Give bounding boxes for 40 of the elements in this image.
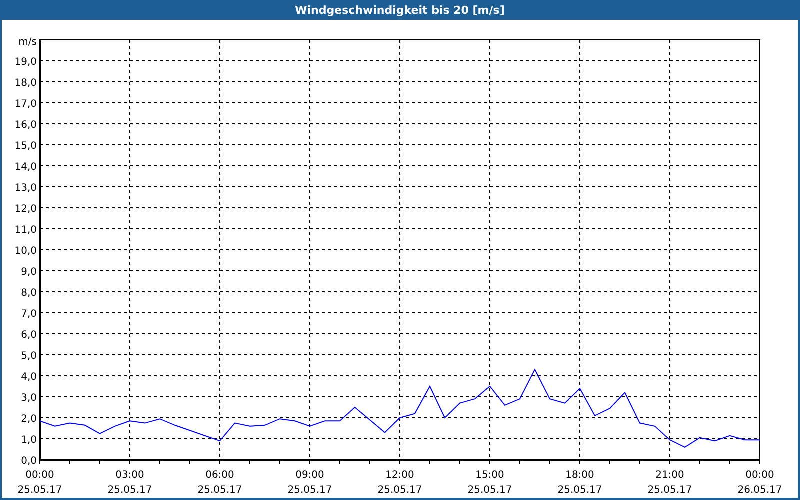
date-label: 26.05.17 (738, 485, 782, 496)
y-tick-label: 8,0 (21, 288, 37, 299)
y-tick-label: 4,0 (21, 372, 37, 383)
x-tick-label: 00:00 (746, 470, 774, 481)
date-label: 25.05.17 (468, 485, 512, 496)
y-tick-label: 9,0 (21, 267, 37, 278)
x-tick-label: 18:00 (566, 470, 594, 481)
date-label: 25.05.17 (288, 485, 332, 496)
date-label: 25.05.17 (198, 485, 242, 496)
y-tick-label: 15,0 (14, 141, 37, 152)
y-tick-label: 0,0 (21, 456, 37, 467)
y-tick-label: 10,0 (14, 246, 37, 257)
date-label: 25.05.17 (648, 485, 692, 496)
x-tick-label: 03:00 (116, 470, 144, 481)
y-tick-label: 6,0 (21, 330, 37, 341)
x-tick-label: 06:00 (206, 470, 234, 481)
y-tick-label: 14,0 (14, 162, 37, 173)
y-tick-label: 19,0 (14, 57, 37, 68)
y-tick-label: 2,0 (21, 414, 37, 425)
y-tick-label: 18,0 (14, 78, 37, 89)
y-tick-label: 7,0 (21, 309, 37, 320)
window-title: Windgeschwindigkeit bis 20 [m/s] (294, 2, 506, 18)
y-tick-label: 11,0 (14, 225, 37, 236)
date-label: 25.05.17 (18, 485, 62, 496)
y-tick-label: 16,0 (14, 120, 37, 131)
x-tick-label: 09:00 (296, 470, 324, 481)
x-tick-label: 00:00 (26, 470, 54, 481)
x-tick-label: 12:00 (386, 470, 414, 481)
date-label: 25.05.17 (108, 485, 152, 496)
y-tick-label: 5,0 (21, 351, 37, 362)
y-tick-label: 17,0 (14, 99, 37, 110)
x-tick-label: 15:00 (476, 470, 504, 481)
y-tick-label: 13,0 (14, 183, 37, 194)
y-tick-label: 3,0 (21, 393, 37, 404)
y-axis-label: m/s (18, 37, 37, 48)
date-label: 25.05.17 (378, 485, 422, 496)
y-tick-label: 1,0 (21, 435, 37, 446)
date-label: 25.05.17 (558, 485, 602, 496)
y-tick-label: 12,0 (14, 204, 37, 215)
x-tick-label: 21:00 (656, 470, 684, 481)
